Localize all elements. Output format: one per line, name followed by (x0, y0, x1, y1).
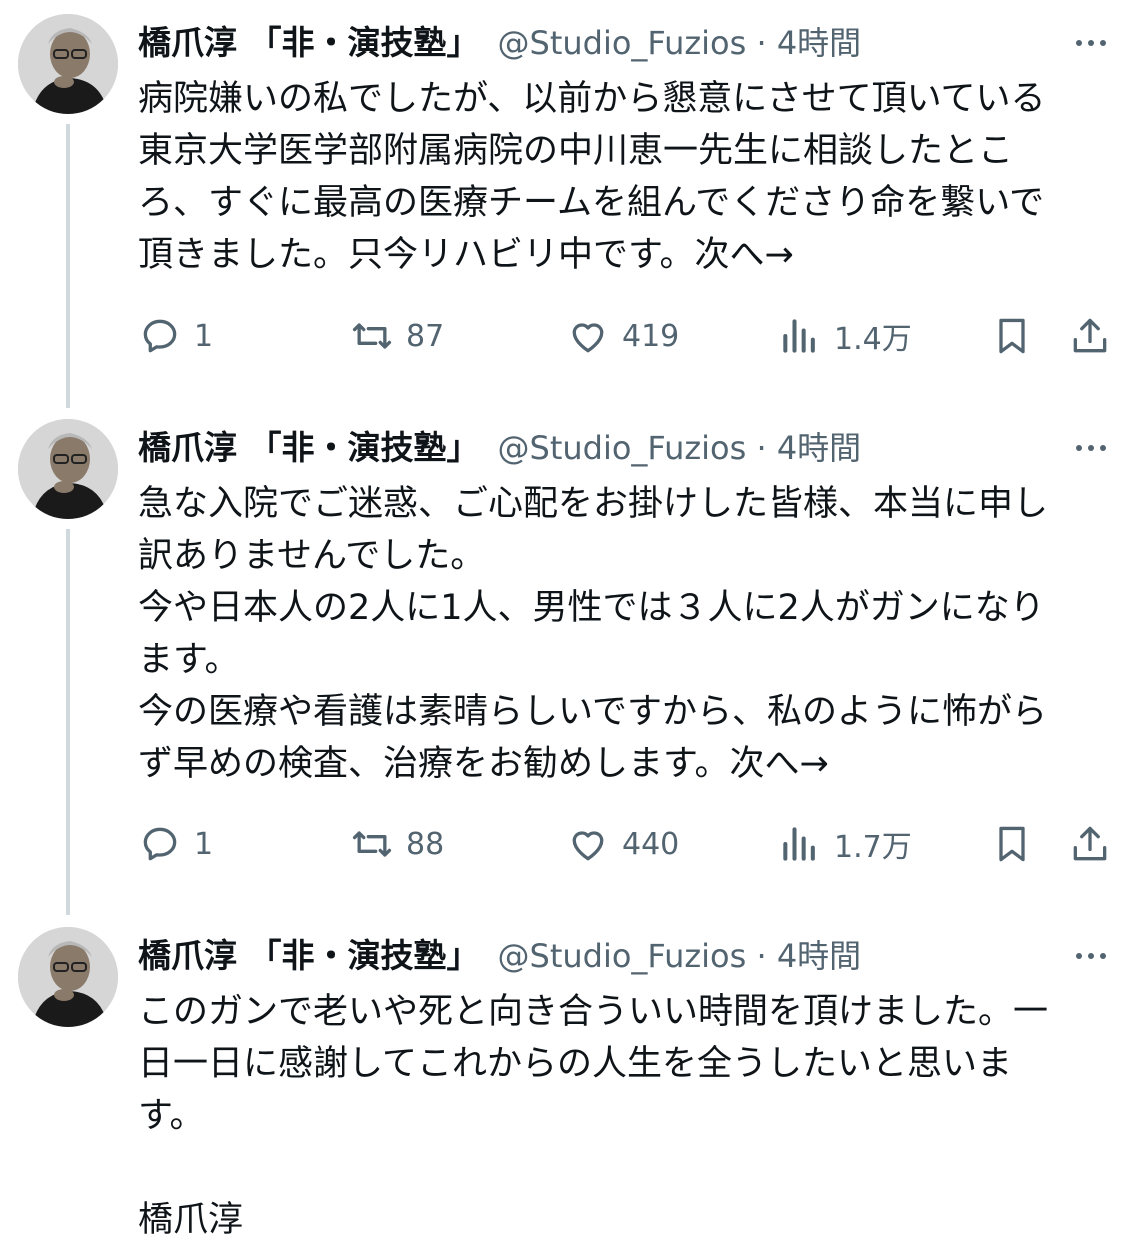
more-icon[interactable] (1066, 931, 1116, 981)
tweet-1[interactable]: 橋爪淳 「非・演技塾」 @Studio_Fuzios · 4時間 病院嫌いの私でし… (0, 0, 1148, 408)
avatar[interactable] (18, 927, 118, 1027)
avatar[interactable] (18, 14, 118, 114)
reply-icon (143, 319, 177, 353)
handle-and-time[interactable]: @Studio_Fuzios · 4時間 (498, 24, 862, 62)
handle-and-time[interactable]: @Studio_Fuzios · 4時間 (498, 937, 862, 975)
reply-count: 1 (194, 318, 214, 354)
tweet-3[interactable]: 橋爪淳 「非・演技塾」 @Studio_Fuzios · 4時間 このガンで老いや… (0, 913, 1148, 1243)
tweet-text: 急な入院でご迷惑、ご心配をお掛けした皆様、本当に申し 訳ありませんでした。 今や… (138, 484, 1049, 784)
display-name[interactable]: 橋爪淳 「非・演技塾」 (138, 23, 480, 62)
views-button[interactable]: 1.7万 (778, 814, 912, 874)
retweet-button[interactable]: 88 (350, 814, 444, 874)
thread-line (66, 529, 70, 915)
views-count: 1.7万 (834, 830, 912, 865)
like-count: 419 (622, 318, 680, 354)
views-icon (783, 319, 815, 353)
display-name[interactable]: 橋爪淳 「非・演技塾」 (138, 428, 480, 467)
reply-button[interactable]: 1 (138, 814, 213, 874)
more-icon[interactable] (1066, 18, 1116, 68)
tweet-header: 橋爪淳 「非・演技塾」 @Studio_Fuzios · 4時間 (138, 18, 1118, 68)
share-button[interactable] (1068, 814, 1112, 874)
reply-button[interactable]: 1 (138, 306, 213, 366)
thread-line (66, 124, 70, 408)
share-icon (1073, 318, 1107, 353)
views-button[interactable]: 1.4万 (778, 306, 912, 366)
bookmark-button[interactable] (990, 814, 1034, 874)
reply-count: 1 (194, 826, 214, 862)
retweet-button[interactable]: 87 (350, 306, 444, 366)
retweet-icon (352, 323, 392, 349)
retweet-count: 88 (406, 826, 445, 862)
reply-icon (143, 827, 177, 861)
tweet-header: 橋爪淳 「非・演技塾」 @Studio_Fuzios · 4時間 (138, 423, 1118, 473)
more-icon[interactable] (1066, 423, 1116, 473)
like-icon (572, 323, 604, 353)
bookmark-icon (999, 826, 1025, 862)
tweet-header: 橋爪淳 「非・演技塾」 @Studio_Fuzios · 4時間 (138, 931, 1118, 981)
tweet-text: このガンで老いや死と向き合ういい時間を頂けました。一 日一日に感謝してこれからの… (138, 992, 1049, 1240)
views-icon (783, 827, 815, 861)
tweet-text: 病院嫌いの私でしたが、以前から懇意にさせて頂いている 東京大学医学部附属病院の中… (138, 79, 1046, 275)
action-bar: 1 87 419 1.4万 (138, 306, 1118, 366)
handle-and-time[interactable]: @Studio_Fuzios · 4時間 (498, 429, 862, 467)
retweet-icon (352, 831, 392, 857)
bookmark-button[interactable] (990, 306, 1034, 366)
share-button[interactable] (1068, 306, 1112, 366)
action-bar: 1 88 440 1.7万 (138, 814, 1118, 874)
like-icon (572, 831, 604, 861)
like-button[interactable]: 440 (566, 814, 679, 874)
like-count: 440 (622, 826, 680, 862)
bookmark-icon (999, 318, 1025, 354)
views-count: 1.4万 (834, 322, 912, 357)
like-button[interactable]: 419 (566, 306, 679, 366)
display-name[interactable]: 橋爪淳 「非・演技塾」 (138, 936, 480, 975)
tweet-2[interactable]: 橋爪淳 「非・演技塾」 @Studio_Fuzios · 4時間 急な入院でご迷惑… (0, 405, 1148, 915)
retweet-count: 87 (406, 318, 445, 354)
share-icon (1073, 826, 1107, 861)
avatar[interactable] (18, 419, 118, 519)
